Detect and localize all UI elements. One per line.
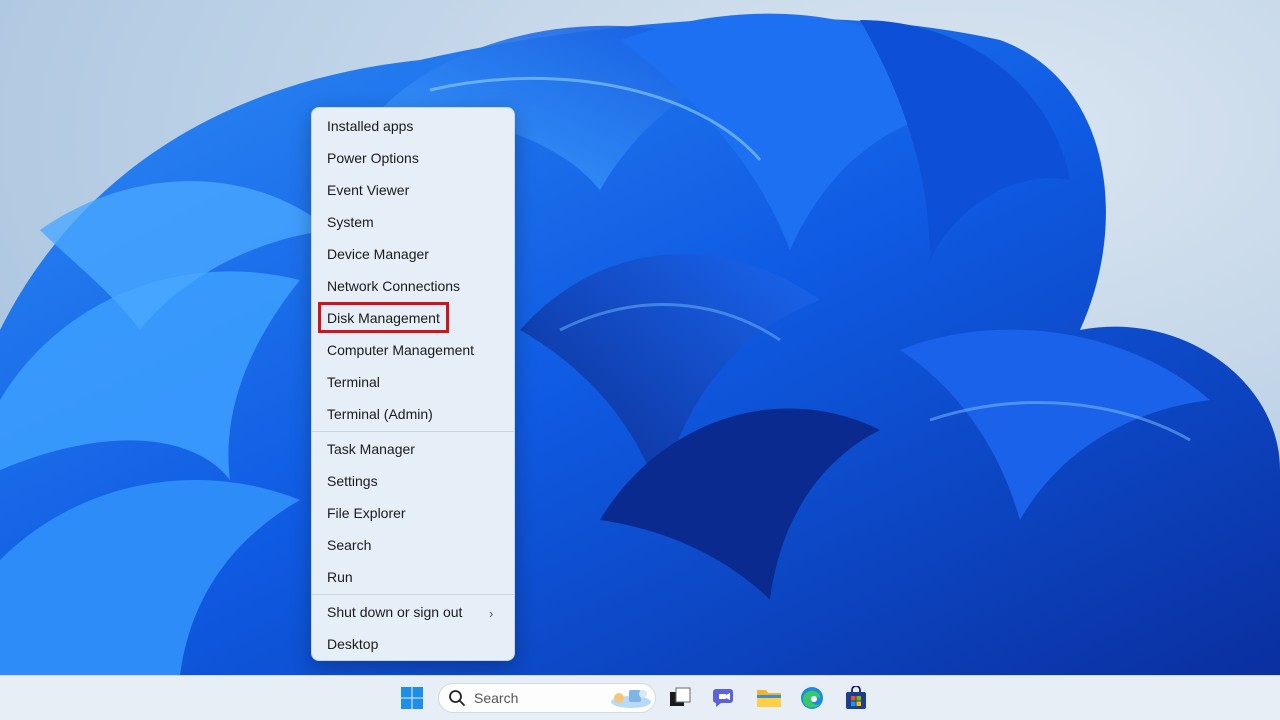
chat-icon[interactable]: [712, 686, 738, 715]
menu-item-file-explorer[interactable]: File Explorer: [327, 501, 406, 525]
search-icon: [448, 689, 466, 712]
menu-separator: [312, 431, 514, 432]
file-explorer-icon[interactable]: [756, 686, 782, 715]
menu-item-system[interactable]: System: [327, 210, 374, 234]
menu-item-terminal-admin[interactable]: Terminal (Admin): [327, 402, 433, 426]
search-label: Search: [474, 690, 519, 706]
chevron-right-icon: ›: [489, 606, 494, 621]
menu-item-installed-apps[interactable]: Installed apps: [327, 114, 413, 138]
menu-separator: [312, 594, 514, 595]
store-icon[interactable]: [844, 685, 868, 715]
menu-item-run[interactable]: Run: [327, 565, 353, 589]
menu-item-terminal[interactable]: Terminal: [327, 370, 380, 394]
edge-icon[interactable]: [800, 686, 824, 715]
taskbar-search-box[interactable]: Search: [438, 683, 656, 713]
desktop-wallpaper: [0, 0, 1280, 675]
menu-item-shut-down-or-sign-out[interactable]: Shut down or sign out: [327, 600, 462, 624]
menu-item-network-connections[interactable]: Network Connections: [327, 274, 460, 298]
context-menu: Installed apps Power Options Event Viewe…: [311, 107, 515, 661]
menu-item-computer-management[interactable]: Computer Management: [327, 338, 474, 362]
menu-item-disk-management[interactable]: Disk Management: [327, 306, 440, 330]
menu-item-search[interactable]: Search: [327, 533, 371, 557]
menu-item-desktop[interactable]: Desktop: [327, 632, 378, 656]
search-highlight-icon: [605, 686, 653, 715]
menu-item-power-options[interactable]: Power Options: [327, 146, 419, 170]
menu-item-device-manager[interactable]: Device Manager: [327, 242, 429, 266]
menu-item-task-manager[interactable]: Task Manager: [327, 437, 415, 461]
menu-item-event-viewer[interactable]: Event Viewer: [327, 178, 409, 202]
task-view-icon[interactable]: [668, 686, 692, 715]
windows-start-icon[interactable]: [400, 686, 424, 710]
menu-item-settings[interactable]: Settings: [327, 469, 378, 493]
